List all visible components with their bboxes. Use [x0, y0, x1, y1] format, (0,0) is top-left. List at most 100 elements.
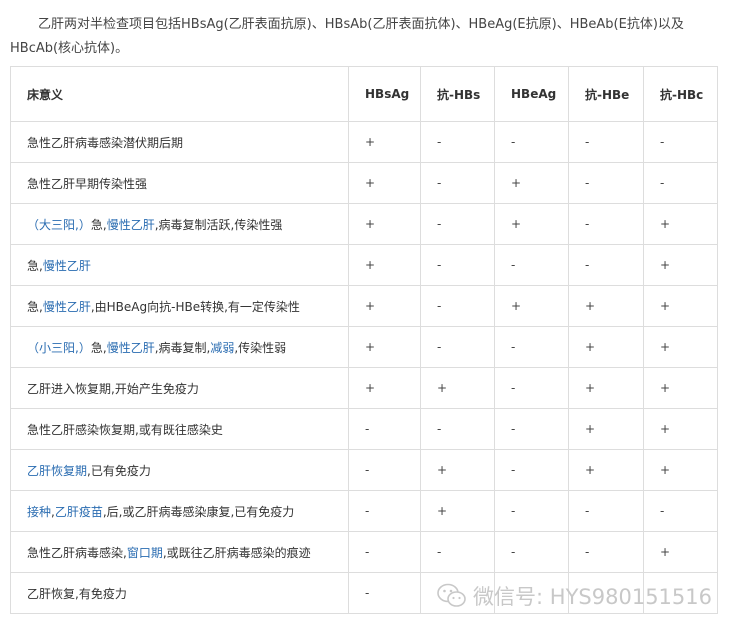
keyword-link[interactable]: 乙肝恢复期	[27, 464, 87, 478]
intro-paragraph: 乙肝两对半检查项目包括HBsAg(乙肝表面抗原)、HBsAb(乙肝表面抗体)、H…	[10, 17, 684, 56]
marker-cell-anti-hbs: -	[420, 162, 495, 204]
table-row: 急性乙肝病毒感染潜伏期后期 + - - - -	[10, 121, 718, 163]
meaning-text: 急,	[27, 299, 43, 314]
meaning-text: 急,	[27, 258, 43, 273]
marker-cell-anti-hbe: -	[568, 244, 644, 286]
meaning-text: ,或既往乙肝病毒感染的痕迹	[162, 545, 311, 560]
marker-cell-hbeag: -	[494, 490, 569, 532]
hepatitis-b-marker-table: 床意义 HBsAg 抗-HBs HBeAg 抗-HBe 抗-HBc 急性乙肝病毒…	[10, 66, 718, 614]
marker-cell-hbsag: -	[348, 408, 421, 450]
keyword-link[interactable]: 大三阳	[39, 218, 75, 232]
clinical-meaning-cell: 急,慢性乙肝	[10, 244, 349, 286]
marker-cell-hbeag: +	[494, 285, 569, 327]
marker-cell-hbsag: +	[348, 326, 421, 368]
clinical-meaning-cell: 接种,乙肝疫苗,后,或乙肝病毒感染康复,已有免疫力	[10, 490, 349, 532]
marker-cell-anti-hbc: +	[643, 449, 718, 491]
marker-cell-anti-hbs: +	[420, 449, 495, 491]
marker-cell-anti-hbe: -	[568, 121, 644, 163]
marker-cell-anti-hbc: -	[643, 162, 718, 204]
marker-cell-anti-hbc: +	[643, 285, 718, 327]
marker-cell-anti-hbc: +	[643, 531, 718, 573]
marker-cell-anti-hbs: +	[420, 367, 495, 409]
clinical-meaning-cell: 乙肝进入恢复期,开始产生免疫力	[10, 367, 349, 409]
marker-cell-anti-hbc: +	[643, 244, 718, 286]
table-header-row: 床意义 HBsAg 抗-HBs HBeAg 抗-HBe 抗-HBc	[10, 66, 718, 122]
keyword-link[interactable]: 窗口期	[127, 546, 163, 560]
meaning-text: ,病毒复制活跃,传染性强	[154, 217, 283, 232]
marker-cell-hbeag: -	[494, 408, 569, 450]
marker-cell-anti-hbe: +	[568, 285, 644, 327]
header-hbsag: HBsAg	[348, 66, 421, 122]
marker-cell-anti-hbe: -	[568, 490, 644, 532]
marker-cell-anti-hbe: -	[568, 162, 644, 204]
clinical-meaning-cell: 急性乙肝早期传染性强	[10, 162, 349, 204]
marker-cell-anti-hbc: +	[643, 203, 718, 245]
meaning-text: ,已有免疫力	[87, 463, 151, 478]
marker-cell-anti-hbc	[643, 572, 718, 614]
keyword-link[interactable]: 慢性乙肝	[107, 341, 155, 355]
marker-cell-anti-hbs: -	[420, 408, 495, 450]
keyword-link[interactable]: 慢性乙肝	[43, 300, 91, 314]
keyword-link[interactable]: 慢性乙肝	[43, 259, 91, 273]
meaning-text: ,后,或乙肝病毒感染康复,已有免疫力	[102, 504, 295, 519]
clinical-meaning-cell: 乙肝恢复期,已有免疫力	[10, 449, 349, 491]
keyword-link[interactable]: 慢性乙肝	[107, 218, 155, 232]
keyword-link[interactable]: （	[27, 341, 39, 355]
marker-cell-anti-hbc: +	[643, 326, 718, 368]
header-anti-hbs: 抗-HBs	[420, 66, 495, 122]
meaning-text: 乙肝进入恢复期,开始产生免疫力	[27, 381, 199, 396]
table-row: 急性乙肝早期传染性强 + - + - -	[10, 162, 718, 204]
clinical-meaning-cell: 急,慢性乙肝,由HBeAg向抗-HBe转换,有一定传染性	[10, 285, 349, 327]
table-row: 急,慢性乙肝 + - - - +	[10, 244, 718, 286]
marker-cell-anti-hbc: +	[643, 408, 718, 450]
marker-cell-hbsag: -	[348, 490, 421, 532]
meaning-text: 急,	[90, 217, 107, 232]
keyword-link[interactable]: ,）	[75, 341, 91, 355]
meaning-text: 急性乙肝病毒感染,	[27, 545, 127, 560]
table-row: 乙肝恢复期,已有免疫力 - + - + +	[10, 449, 718, 491]
header-clinical-meaning: 床意义	[10, 66, 349, 122]
marker-cell-hbeag	[494, 572, 569, 614]
keyword-link[interactable]: ,）	[75, 218, 91, 232]
table-row: 接种,乙肝疫苗,后,或乙肝病毒感染康复,已有免疫力 - + - - -	[10, 490, 718, 532]
marker-cell-hbeag: -	[494, 531, 569, 573]
keyword-link[interactable]: 接种	[27, 505, 51, 519]
marker-cell-anti-hbs: -	[420, 326, 495, 368]
table-row: 急性乙肝感染恢复期,或有既往感染史 - - - + +	[10, 408, 718, 450]
meaning-text: 急性乙肝早期传染性强	[27, 176, 148, 191]
table-row: （小三阳,）急,慢性乙肝,病毒复制,减弱,传染性弱 + - - + +	[10, 326, 718, 368]
marker-cell-hbsag: -	[348, 572, 421, 614]
clinical-meaning-cell: （小三阳,）急,慢性乙肝,病毒复制,减弱,传染性弱	[10, 326, 349, 368]
meaning-text: 急,	[90, 340, 107, 355]
meaning-text: 急性乙肝病毒感染潜伏期后期	[27, 135, 184, 150]
keyword-link[interactable]: 乙肝疫苗	[55, 505, 103, 519]
clinical-meaning-cell: 乙肝恢复,有免疫力	[10, 572, 349, 614]
table-row: 乙肝进入恢复期,开始产生免疫力 + + - + +	[10, 367, 718, 409]
meaning-text: ,由HBeAg向抗-HBe转换,有一定传染性	[90, 299, 300, 314]
table-row: （大三阳,）急,慢性乙肝,病毒复制活跃,传染性强 + - + - +	[10, 203, 718, 245]
table-row: 乙肝恢复,有免疫力 -	[10, 572, 718, 614]
clinical-meaning-cell: 急性乙肝病毒感染,窗口期,或既往乙肝病毒感染的痕迹	[10, 531, 349, 573]
header-anti-hbc: 抗-HBc	[643, 66, 718, 122]
marker-cell-anti-hbs: -	[420, 203, 495, 245]
clinical-meaning-cell: 急性乙肝感染恢复期,或有既往感染史	[10, 408, 349, 450]
marker-cell-hbeag: +	[494, 203, 569, 245]
marker-cell-hbeag: -	[494, 244, 569, 286]
marker-cell-anti-hbs: -	[420, 244, 495, 286]
marker-cell-anti-hbs	[420, 572, 495, 614]
keyword-link[interactable]: 小三阳	[39, 341, 75, 355]
marker-cell-hbsag: +	[348, 244, 421, 286]
marker-cell-anti-hbe: +	[568, 326, 644, 368]
marker-cell-hbsag: +	[348, 121, 421, 163]
meaning-text: ,病毒复制,	[154, 340, 211, 355]
marker-cell-hbsag: -	[348, 449, 421, 491]
marker-cell-hbeag: -	[494, 121, 569, 163]
keyword-link[interactable]: （	[27, 218, 39, 232]
marker-cell-hbeag: -	[494, 449, 569, 491]
marker-cell-anti-hbe: -	[568, 203, 644, 245]
table-row: 急,慢性乙肝,由HBeAg向抗-HBe转换,有一定传染性 + - + + +	[10, 285, 718, 327]
marker-cell-hbsag: +	[348, 285, 421, 327]
table-body: 急性乙肝病毒感染潜伏期后期 + - - - - 急性乙肝早期传染性强 + - + - - （大三阳,）急…	[10, 121, 718, 614]
marker-cell-anti-hbe: +	[568, 367, 644, 409]
keyword-link[interactable]: 减弱	[210, 341, 234, 355]
